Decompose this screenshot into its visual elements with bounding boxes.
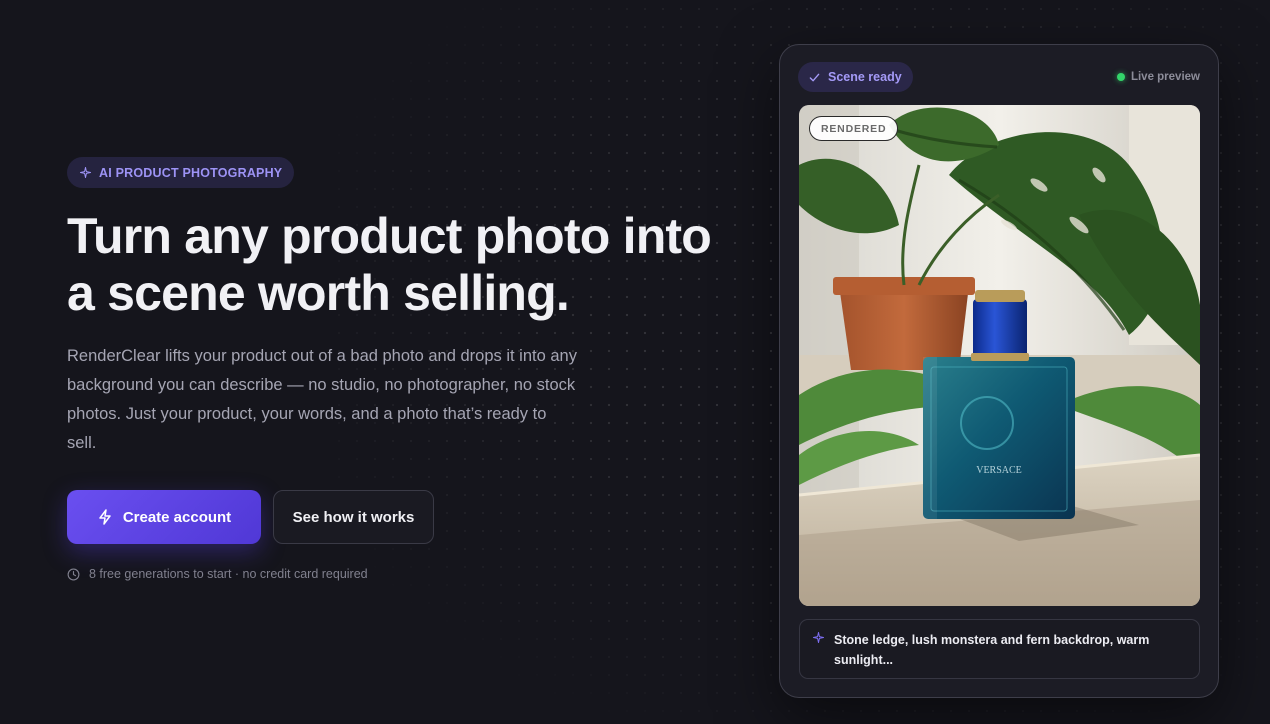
rendered-badge: RENDERED <box>809 116 899 141</box>
scene-status-label: Scene ready <box>828 70 902 84</box>
see-how-it-works-label: See how it works <box>292 508 415 526</box>
see-how-it-works-button[interactable]: See how it works <box>273 490 434 544</box>
category-badge: AI PRODUCT PHOTOGRAPHY <box>67 157 295 188</box>
preview-card: Scene ready Live preview VERSACE RENDERE… <box>779 44 1219 698</box>
svg-text:VERSACE: VERSACE <box>976 465 1022 476</box>
checkmark-icon <box>809 73 820 81</box>
create-account-label: Create account <box>122 508 232 526</box>
page-title: Turn any product photo into a scene wort… <box>67 208 747 322</box>
rendered-product-image: VERSACE RENDERED <box>799 105 1200 606</box>
hero-section: AI PRODUCT PHOTOGRAPHY Turn any product … <box>67 157 747 581</box>
headline-line-1: Turn any product photo into <box>67 208 712 264</box>
live-preview-label: Live preview <box>1130 71 1200 83</box>
headline-line-2: a scene worth selling. <box>67 265 570 321</box>
clock-icon <box>67 568 80 580</box>
free-trial-note: 8 free generations to start · no credit … <box>67 567 747 581</box>
scene-prompt-box[interactable]: Stone ledge, lush monstera and fern back… <box>799 619 1200 679</box>
create-account-button[interactable]: Create account <box>67 490 261 544</box>
sparkle-icon <box>813 632 824 643</box>
cta-group: Create account See how it works <box>67 490 747 544</box>
live-dot-icon <box>1116 73 1125 81</box>
live-preview-indicator: Live preview <box>1116 71 1200 83</box>
free-trial-note-text: 8 free generations to start · no credit … <box>89 567 368 581</box>
scene-prompt-text: Stone ledge, lush monstera and fern back… <box>834 633 1150 667</box>
perfume-scene-illustration: VERSACE <box>799 105 1200 606</box>
category-badge-label: AI PRODUCT PHOTOGRAPHY <box>99 165 283 180</box>
sparkle-icon <box>80 167 91 178</box>
scene-status-badge: Scene ready <box>798 62 913 92</box>
lightning-icon <box>99 509 111 525</box>
hero-description: RenderClear lifts your product out of a … <box>67 347 577 452</box>
